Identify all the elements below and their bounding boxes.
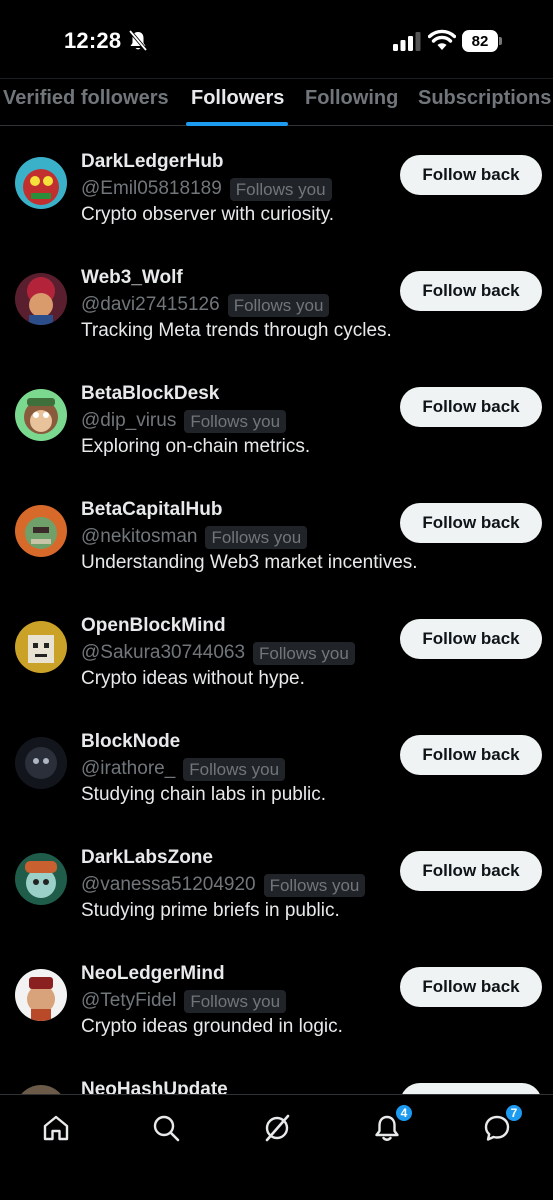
avatar[interactable] [15, 853, 67, 905]
list-item[interactable]: BlockNode @irathore_ Follows you Studyin… [0, 731, 553, 853]
handle-line: @nekitosman Follows you [81, 524, 308, 550]
user-display-name[interactable]: DarkLedgerHub [81, 151, 224, 173]
list-item[interactable]: DarkLabsZone @vanessa51204920 Follows yo… [0, 847, 553, 969]
user-bio: Exploring on-chain metrics. [81, 436, 311, 457]
nav-messages[interactable]: 7 [482, 1104, 523, 1143]
list-item[interactable]: DarkLedgerHub @Emil05818189 Follows you … [0, 151, 553, 273]
follow-back-button[interactable]: Follow back [400, 851, 542, 891]
handle-line: @TetyFidel Follows you [81, 988, 287, 1014]
user-display-name[interactable]: BetaBlockDesk [81, 383, 219, 405]
cellular-signal-icon [393, 32, 421, 51]
handle-line: @davi27415126 Follows you [81, 292, 330, 318]
avatar[interactable] [15, 389, 67, 441]
user-bio: Crypto ideas without hype. [81, 668, 305, 689]
avatar[interactable] [15, 621, 67, 673]
user-display-name[interactable]: NeoLedgerMind [81, 963, 225, 985]
handle-line: @dip_virus Follows you [81, 408, 287, 434]
user-handle: @TetyFidel [81, 990, 177, 1011]
active-tab-indicator [186, 122, 288, 126]
user-bio: Crypto observer with curiosity. [81, 204, 335, 225]
avatar[interactable] [15, 273, 67, 325]
user-handle: @Emil05818189 [81, 178, 222, 199]
follows-you-badge: Follows you [183, 757, 286, 781]
follows-you-badge: Follows you [263, 873, 366, 897]
follow-back-button[interactable]: Follow back [400, 503, 542, 543]
status-bar: 12:28 82 [0, 0, 553, 78]
battery-tip [499, 37, 502, 45]
user-display-name[interactable]: BetaCapitalHub [81, 499, 222, 521]
nav-search[interactable] [151, 1113, 181, 1143]
bell-off-icon [128, 30, 148, 52]
follower-tabs: Verified followers Followers Following S… [0, 78, 553, 126]
message-count-badge: 7 [505, 1104, 523, 1122]
follows-you-badge: Follows you [184, 989, 287, 1013]
avatar[interactable] [15, 969, 67, 1021]
follows-you-badge: Follows you [227, 293, 330, 317]
handle-line: @Sakura30744063 Follows you [81, 640, 355, 666]
grok-icon [265, 1114, 290, 1142]
user-bio: Studying prime briefs in public. [81, 900, 340, 921]
follow-back-button[interactable]: Follow back [400, 967, 542, 1007]
status-time: 12:28 [64, 28, 122, 53]
wifi-icon [428, 29, 456, 50]
tab-subscriptions[interactable]: Subscriptions [418, 87, 551, 110]
handle-line: @irathore_ Follows you [81, 756, 286, 782]
follow-back-button[interactable]: Follow back [400, 619, 542, 659]
nav-grok[interactable] [262, 1113, 292, 1143]
user-bio: Understanding Web3 market incentives. [81, 552, 418, 573]
nav-notifications[interactable]: 4 [372, 1104, 413, 1143]
list-item[interactable]: OpenBlockMind @Sakura30744063 Follows yo… [0, 615, 553, 737]
user-display-name[interactable]: BlockNode [81, 731, 180, 753]
handle-line: @vanessa51204920 Follows you [81, 872, 366, 898]
list-item[interactable]: BetaCapitalHub @nekitosman Follows you U… [0, 499, 553, 621]
follows-you-badge: Follows you [205, 525, 308, 549]
battery-level: 82 [462, 30, 498, 52]
handle-line: @Emil05818189 Follows you [81, 176, 332, 202]
battery-indicator: 82 [462, 30, 502, 52]
tab-verified-followers[interactable]: Verified followers [3, 87, 169, 110]
user-handle: @nekitosman [81, 526, 198, 547]
home-icon [43, 1115, 69, 1141]
nav-home[interactable] [41, 1113, 71, 1143]
follow-back-button[interactable]: Follow back [400, 271, 542, 311]
user-display-name[interactable]: Web3_Wolf [81, 267, 183, 289]
avatar[interactable] [15, 737, 67, 789]
search-icon [153, 1115, 180, 1142]
tab-following[interactable]: Following [305, 87, 398, 110]
follow-back-button[interactable]: Follow back [400, 155, 542, 195]
user-handle: @irathore_ [81, 758, 176, 779]
user-display-name[interactable]: DarkLabsZone [81, 847, 213, 869]
user-bio: Tracking Meta trends through cycles. [81, 320, 392, 341]
user-bio: Studying chain labs in public. [81, 784, 327, 805]
user-handle: @Sakura30744063 [81, 642, 246, 663]
follows-you-badge: Follows you [253, 641, 355, 665]
tab-followers[interactable]: Followers [191, 87, 284, 110]
avatar[interactable] [15, 157, 67, 209]
avatar[interactable] [15, 505, 67, 557]
user-handle: @vanessa51204920 [81, 874, 256, 895]
follows-you-badge: Follows you [229, 177, 332, 201]
list-item[interactable]: NeoLedgerMind @TetyFidel Follows you Cry… [0, 963, 553, 1085]
follow-back-button[interactable]: Follow back [400, 735, 542, 775]
follow-back-button[interactable]: Follow back [400, 387, 542, 427]
user-handle: @davi27415126 [81, 294, 220, 315]
bottom-navigation: 4 7 [0, 1094, 553, 1200]
follows-you-badge: Follows you [184, 409, 287, 433]
user-handle: @dip_virus [81, 410, 177, 431]
user-bio: Crypto ideas grounded in logic. [81, 1016, 343, 1037]
list-item[interactable]: BetaBlockDesk @dip_virus Follows you Exp… [0, 383, 553, 505]
list-item[interactable]: Web3_Wolf @davi27415126 Follows you Trac… [0, 267, 553, 389]
user-display-name[interactable]: OpenBlockMind [81, 615, 226, 637]
notification-count-badge: 4 [395, 1104, 413, 1122]
